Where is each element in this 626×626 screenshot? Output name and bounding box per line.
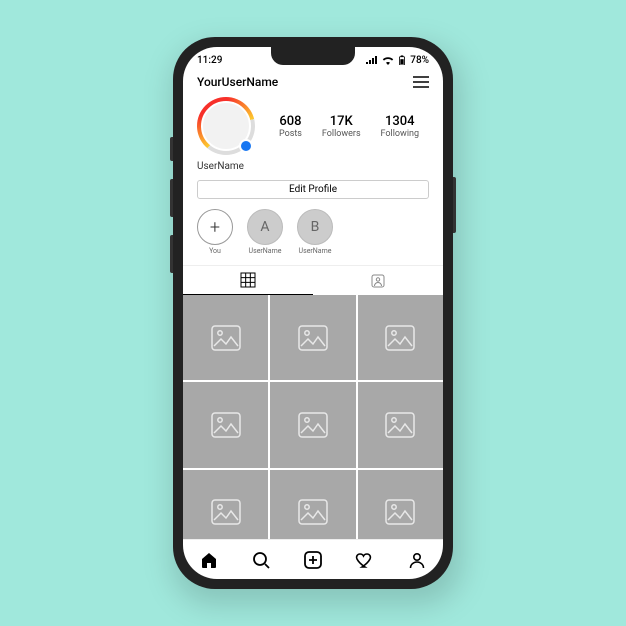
image-placeholder-icon [209,408,243,442]
post-thumbnail[interactable] [358,382,443,467]
bottom-nav [183,539,443,579]
post-thumbnail[interactable] [183,470,268,539]
highlight-label: UserName [299,247,332,255]
image-placeholder-icon [383,408,417,442]
tab-tagged[interactable] [313,266,443,295]
nav-create[interactable] [303,550,323,570]
stat-followers-count: 17K [322,114,361,129]
image-placeholder-icon [383,321,417,355]
phone-frame: 11:29 78% YourUserName [173,37,453,589]
post-thumbnail[interactable] [358,470,443,539]
highlight-item[interactable]: B UserName [297,209,333,255]
highlight-item[interactable]: A UserName [247,209,283,255]
signal-icon [366,56,378,65]
search-icon [251,550,271,570]
display-name: UserName [183,161,443,180]
post-thumbnail[interactable] [358,295,443,380]
battery-percent: 78% [410,55,429,66]
add-story-badge[interactable] [239,139,253,153]
post-thumbnail[interactable] [183,382,268,467]
profile-icon [407,550,427,570]
stat-posts-count: 608 [279,114,302,129]
image-placeholder-icon [296,408,330,442]
image-placeholder-icon [296,321,330,355]
notch [271,47,355,65]
plus-icon: + [197,209,233,245]
stat-posts-label: Posts [279,129,302,139]
stat-followers-label: Followers [322,129,361,139]
nav-profile[interactable] [407,550,427,570]
highlight-avatar: B [297,209,333,245]
tagged-icon [370,273,386,289]
stat-followers[interactable]: 17K Followers [322,114,361,139]
posts-grid [183,295,443,539]
highlight-avatar: A [247,209,283,245]
plus-square-icon [303,550,323,570]
battery-icon [398,55,406,65]
highlight-label: UserName [249,247,282,255]
menu-icon[interactable] [413,76,429,88]
avatar[interactable] [197,97,255,155]
highlight-new[interactable]: + You [197,209,233,255]
nav-home[interactable] [199,550,219,570]
heart-icon [355,550,375,570]
image-placeholder-icon [296,495,330,529]
stat-following-label: Following [381,129,420,139]
nav-activity[interactable] [355,550,375,570]
tab-grid[interactable] [183,266,313,295]
image-placeholder-icon [209,321,243,355]
highlight-new-label: You [209,247,221,255]
image-placeholder-icon [383,495,417,529]
stat-posts[interactable]: 608 Posts [279,114,302,139]
wifi-icon [382,56,394,65]
status-time: 11:29 [197,55,222,66]
post-thumbnail[interactable] [270,295,355,380]
home-icon [199,550,219,570]
image-placeholder-icon [209,495,243,529]
profile-username[interactable]: YourUserName [197,75,278,89]
edit-profile-button[interactable]: Edit Profile [197,180,429,199]
stat-following-count: 1304 [381,114,420,129]
stat-following[interactable]: 1304 Following [381,114,420,139]
grid-icon [240,272,256,288]
post-thumbnail[interactable] [270,470,355,539]
post-thumbnail[interactable] [183,295,268,380]
nav-search[interactable] [251,550,271,570]
post-thumbnail[interactable] [270,382,355,467]
